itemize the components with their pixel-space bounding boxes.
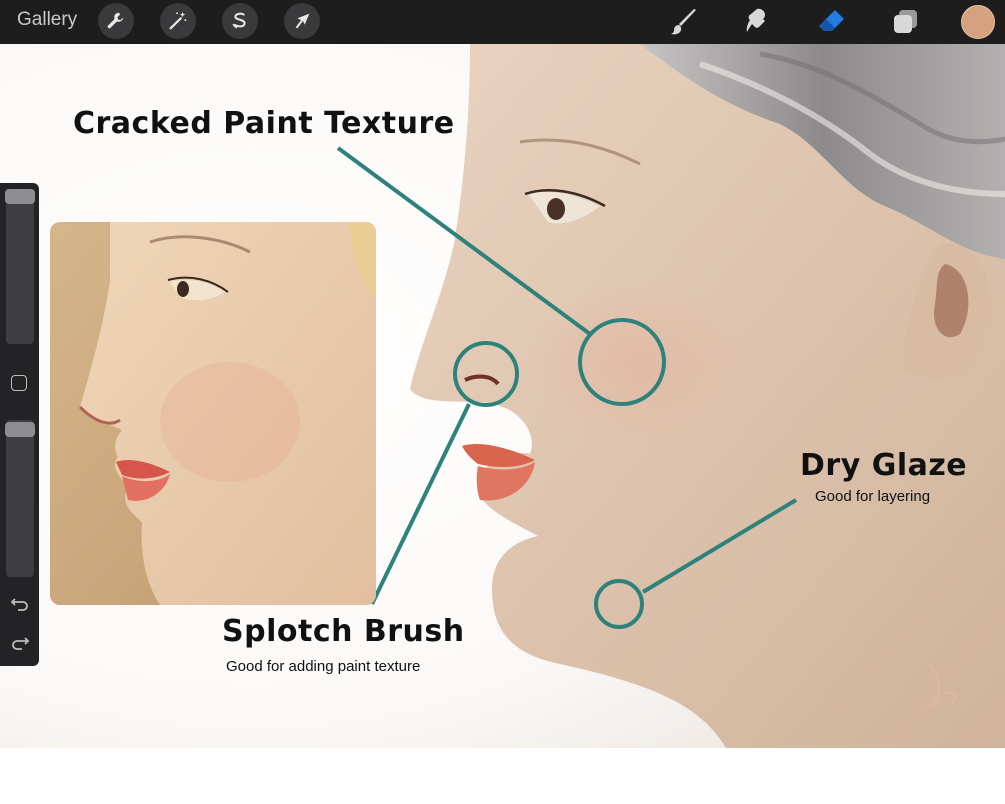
dry-glaze-subtitle: Good for layering — [815, 488, 931, 505]
magic-wand-icon — [169, 11, 187, 30]
actions-button[interactable] — [98, 3, 134, 39]
dry-glaze-title: Dry Glaze — [800, 448, 968, 483]
wrench-icon — [107, 12, 124, 29]
brush-icon — [671, 9, 696, 35]
top-toolbar: Gallery — [0, 0, 1005, 44]
splotch-brush-title: Splotch Brush — [222, 614, 465, 649]
brush-size-slider[interactable] — [5, 189, 35, 344]
undo-icon[interactable] — [10, 593, 30, 613]
adjustments-button[interactable] — [160, 3, 196, 39]
brush-button[interactable] — [668, 6, 700, 38]
selection-button[interactable] — [222, 3, 258, 39]
reference-portrait-image — [50, 222, 376, 605]
cracked-paint-title: Cracked Paint Texture — [73, 106, 455, 141]
transform-arrow-icon — [295, 13, 310, 29]
opacity-slider[interactable] — [5, 420, 35, 577]
eraser-icon — [819, 10, 844, 31]
layers-icon — [894, 10, 917, 33]
reference-image[interactable] — [50, 222, 376, 605]
transform-button[interactable] — [284, 3, 320, 39]
selection-icon — [232, 12, 246, 29]
opacity-thumb[interactable] — [5, 422, 35, 437]
gallery-button[interactable]: Gallery — [17, 9, 77, 31]
eraser-button[interactable] — [815, 6, 847, 38]
color-swatch-button[interactable] — [961, 5, 995, 39]
brush-size-thumb[interactable] — [5, 189, 35, 204]
layers-button[interactable] — [889, 6, 921, 38]
redo-icon[interactable] — [10, 632, 30, 652]
modify-square-button[interactable] — [11, 375, 27, 391]
smudge-button[interactable] — [742, 6, 774, 38]
brush-sidebar — [0, 183, 39, 666]
smudge-icon — [746, 8, 765, 32]
splotch-brush-subtitle: Good for adding paint texture — [226, 658, 421, 675]
